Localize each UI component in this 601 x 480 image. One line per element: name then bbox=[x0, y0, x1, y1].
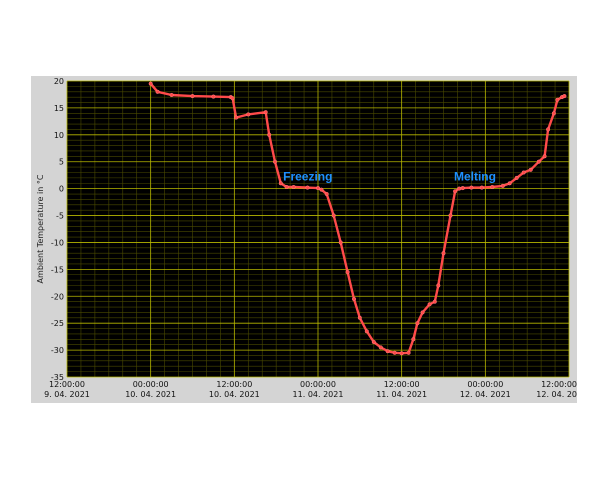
data-point bbox=[371, 339, 376, 345]
line-chart: 20151050-5-10-15-20-25-30-3512:00:009. 0… bbox=[36, 77, 577, 399]
x-tick-time: 12:00:00 bbox=[49, 380, 85, 389]
annotation-label: Melting bbox=[454, 170, 496, 184]
data-point bbox=[378, 345, 383, 350]
x-tick-date: 11. 04. 2021 bbox=[293, 390, 344, 399]
x-tick-date: 10. 04. 2021 bbox=[209, 390, 260, 399]
y-tick-label: -5 bbox=[56, 212, 64, 221]
data-point bbox=[528, 167, 533, 172]
data-point bbox=[155, 89, 160, 94]
data-point bbox=[385, 349, 390, 354]
data-point bbox=[331, 213, 336, 218]
data-point bbox=[448, 213, 453, 218]
data-point bbox=[507, 181, 512, 186]
y-tick-label: 15 bbox=[54, 104, 64, 113]
data-point bbox=[457, 186, 462, 191]
data-point bbox=[406, 350, 411, 355]
data-point bbox=[460, 186, 465, 191]
data-point bbox=[514, 175, 519, 180]
data-point bbox=[453, 189, 458, 194]
data-point bbox=[364, 329, 369, 334]
y-tick-label: 5 bbox=[59, 158, 64, 167]
y-tick-label: 10 bbox=[54, 131, 64, 140]
data-point bbox=[338, 240, 343, 245]
data-point bbox=[267, 132, 272, 137]
x-tick-time: 00:00:00 bbox=[133, 380, 169, 389]
data-point bbox=[469, 185, 474, 190]
data-point bbox=[351, 296, 357, 302]
y-tick-label: 0 bbox=[59, 185, 64, 194]
data-point bbox=[234, 115, 239, 120]
data-point bbox=[420, 310, 425, 315]
data-point bbox=[319, 187, 324, 192]
data-point bbox=[211, 94, 216, 99]
y-tick-label: -10 bbox=[51, 238, 64, 247]
data-point bbox=[490, 184, 495, 190]
y-tick-label: -15 bbox=[51, 265, 64, 274]
data-point bbox=[551, 111, 556, 116]
x-tick-time: 12:00:00 bbox=[384, 380, 420, 389]
data-point bbox=[500, 183, 505, 188]
data-point bbox=[542, 154, 547, 159]
x-tick-time: 12:00:00 bbox=[216, 380, 252, 389]
data-point bbox=[415, 321, 420, 326]
data-point bbox=[345, 270, 350, 275]
data-point bbox=[411, 337, 416, 342]
y-tick-label: -25 bbox=[51, 319, 64, 328]
data-point bbox=[190, 94, 195, 99]
data-point bbox=[432, 299, 437, 304]
data-point bbox=[278, 181, 283, 186]
x-tick-time: 00:00:00 bbox=[300, 380, 336, 389]
data-point bbox=[291, 184, 296, 190]
data-point bbox=[555, 97, 560, 102]
annotation-label: Freezing bbox=[283, 170, 332, 184]
data-point bbox=[436, 283, 441, 288]
data-point bbox=[399, 351, 404, 356]
data-point bbox=[562, 94, 567, 99]
data-point bbox=[324, 191, 329, 197]
data-point bbox=[148, 81, 153, 86]
y-tick-label: -30 bbox=[51, 346, 64, 355]
data-point bbox=[521, 170, 526, 175]
data-point bbox=[357, 315, 362, 320]
data-point bbox=[479, 185, 484, 190]
data-point bbox=[284, 184, 289, 190]
data-point bbox=[246, 112, 251, 117]
x-tick-time: 12:00:00 bbox=[541, 380, 577, 389]
y-tick-label: -20 bbox=[51, 292, 64, 301]
x-tick-date: 12. 04. 2021 bbox=[460, 390, 511, 399]
y-tick-label: 20 bbox=[54, 77, 64, 86]
data-point bbox=[427, 302, 432, 307]
data-point bbox=[441, 251, 446, 256]
data-point bbox=[230, 96, 235, 101]
data-point bbox=[315, 186, 321, 191]
data-point bbox=[536, 159, 541, 164]
chart-panel: 20 15 10 5 0 -5 -10 -15 -20 -25 -30 -35 12:00:00 9. 0… bbox=[31, 76, 577, 403]
x-tick-date: 9. 04. 2021 bbox=[44, 390, 90, 399]
data-point bbox=[169, 92, 174, 98]
x-tick-time: 00:00:00 bbox=[467, 380, 503, 389]
y-axis-label: Ambient Temperature in °C bbox=[36, 174, 45, 283]
data-point bbox=[272, 159, 278, 164]
data-point bbox=[263, 110, 268, 115]
x-tick-date: 12. 04. 20 bbox=[536, 390, 577, 399]
x-tick-date: 10. 04. 2021 bbox=[125, 390, 176, 399]
x-tick-date: 11. 04. 2021 bbox=[376, 390, 427, 399]
data-point bbox=[305, 185, 310, 190]
data-point bbox=[392, 350, 397, 355]
data-point bbox=[546, 127, 551, 132]
